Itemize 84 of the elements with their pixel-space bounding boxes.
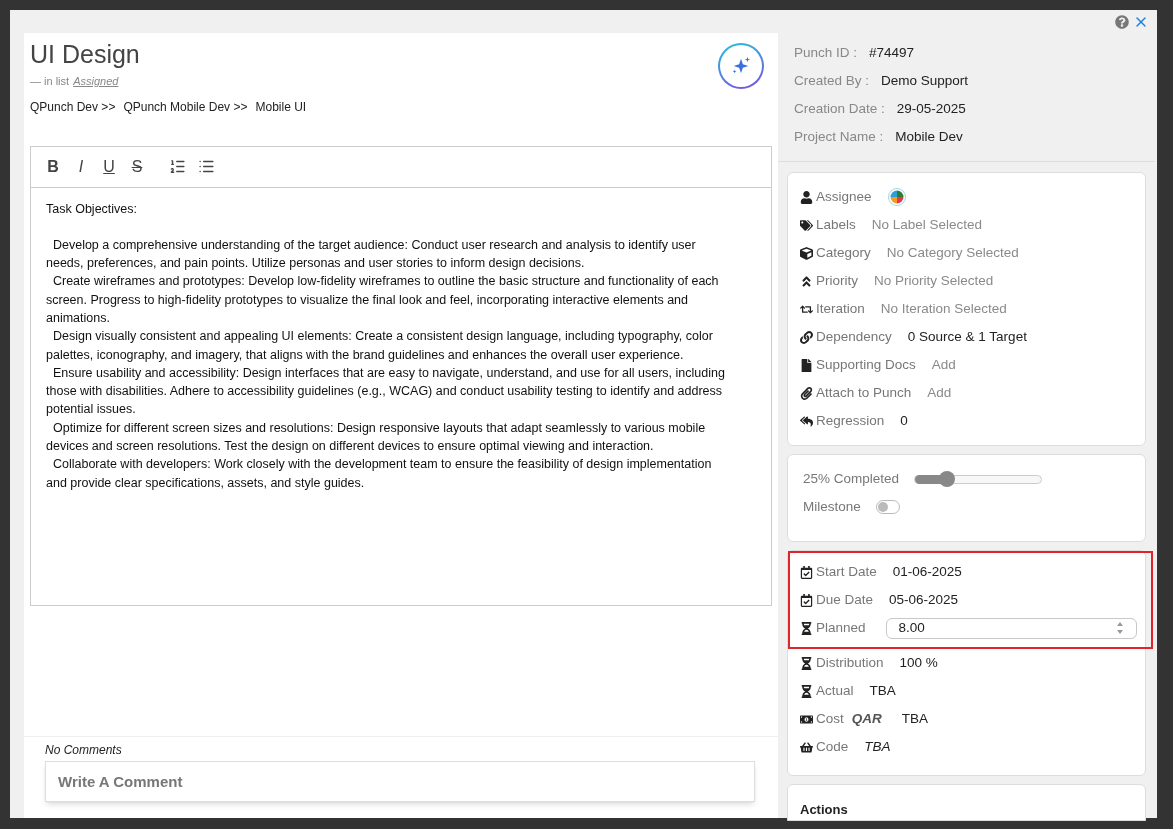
field-label: Planned: [816, 618, 866, 637]
planned-hours-input[interactable]: 8.00: [885, 617, 1137, 639]
editor-paragraph: Ensure usability and accessibility: Design interfaces that are easy to navigate, understand, and use for all users, including those with disabilities. Adhere to accessibility guidelines (e.g., WCAG) and conduct usability testing to identify and address potential issues.: [46, 364, 726, 419]
format-button[interactable]: S: [129, 154, 145, 179]
progress-slider[interactable]: [914, 474, 1042, 484]
info-label: Created By :: [794, 71, 870, 90]
field-value: 100 %: [899, 653, 938, 672]
field-label: Category: [816, 243, 871, 262]
info-label: Punch ID :: [794, 43, 858, 62]
field-value: No Priority Selected: [874, 271, 994, 290]
list-prefix: — in list: [30, 74, 70, 89]
field-value: No Category Selected: [886, 243, 1019, 262]
editor-paragraph: Task Objectives:: [46, 200, 138, 218]
format-button[interactable]: I: [73, 154, 89, 179]
field-label: Code: [816, 737, 849, 756]
double-chevron-icon: [800, 274, 813, 288]
field-label: Regression: [816, 411, 885, 430]
basket-icon: [800, 740, 813, 754]
field-value: TBA: [869, 681, 896, 700]
format-button[interactable]: B: [45, 154, 61, 179]
ordered-list-icon[interactable]: [169, 158, 186, 175]
field-value: Add: [927, 383, 952, 402]
breadcrumb-link[interactable]: Mobile UI: [255, 97, 307, 116]
field-label: Dependency: [816, 327, 892, 346]
field-label: Due Date: [816, 590, 874, 609]
currency-code: QAR: [851, 709, 882, 728]
progress-label: 25% Completed: [803, 469, 901, 488]
field-label: Distribution: [816, 653, 884, 672]
format-button[interactable]: U: [101, 154, 117, 179]
field-label: Attach to Punch: [816, 383, 912, 402]
field-value: No Iteration Selected: [880, 299, 1007, 318]
editor-paragraph: Create wireframes and prototypes: Develop low-fidelity wireframes to outline the basic structure and functionality of each screen. Progress to high-fidelity prototypes to visualize the final look and feel, incorporating interactive elements and animations.: [46, 273, 720, 327]
breadcrumb-link[interactable]: QPunch Dev >>: [30, 97, 116, 116]
list-link[interactable]: Assigned: [73, 73, 119, 90]
field-label: Start Date: [816, 562, 877, 581]
milestone-label: Milestone: [803, 497, 862, 516]
field-label: Iteration: [816, 299, 865, 318]
help-icon[interactable]: [1115, 14, 1129, 29]
task-title: UI Design: [30, 39, 141, 69]
link-icon: [800, 330, 813, 344]
tags-icon: [800, 218, 813, 232]
field-value: 0 Source & 1 Target: [907, 327, 1027, 346]
field-label: Supporting Docs: [816, 355, 916, 374]
reply-all-icon: [800, 414, 813, 428]
info-label: Creation Date :: [794, 99, 885, 118]
editor-paragraph: Develop a comprehensive understanding of the target audience: Conduct user research and analysis to identify user needs, preferences, and pain points. Utilize personas and user stories to inform design decisions.: [46, 236, 697, 273]
bullet-list-icon[interactable]: [198, 158, 215, 175]
field-value: 05-06-2025: [889, 590, 959, 609]
hourglass-icon: [800, 656, 813, 670]
breadcrumb-link[interactable]: QPunch Mobile Dev >>: [123, 97, 248, 116]
ai-button[interactable]: [718, 43, 764, 89]
milestone-toggle[interactable]: [876, 500, 900, 514]
editor-paragraph: Optimize for different screen sizes and resolutions: Design responsive layouts that adapt seamlessly to various mobile devices and screen resolutions. Test the design on different devices to ensure optimal viewing and interaction.: [46, 419, 707, 456]
field-value: 01-06-2025: [892, 562, 962, 581]
comment-input[interactable]: Write A Comment: [45, 761, 755, 802]
comments-status: No Comments: [45, 742, 123, 759]
calendar-check-icon: [800, 593, 813, 607]
field-value: 0: [900, 411, 908, 430]
hourglass-icon: [800, 684, 813, 698]
avatar-icon[interactable]: [887, 188, 906, 206]
field-label: Cost: [816, 709, 844, 728]
info-label: Project Name :: [794, 127, 884, 146]
field-value: TBA: [864, 737, 891, 756]
info-value: #74497: [869, 43, 915, 62]
field-label: Assignee: [816, 187, 872, 206]
info-value: Mobile Dev: [895, 127, 963, 146]
user-icon: [800, 190, 813, 204]
calendar-check-icon: [800, 565, 813, 579]
field-value: TBA: [901, 709, 929, 728]
field-value: No Label Selected: [871, 215, 983, 234]
editor-paragraph: Design visually consistent and appealing UI elements: Create a consistent design language, including typography, color palettes, iconography, and imagery, that aligns with the brand guidelines and enhances the overall user experience.: [46, 328, 714, 364]
field-value: Add: [931, 355, 956, 374]
editor-paragraph: Collaborate with developers: Work closely with the development team to ensure the feasibility of design implementation and provide clear specifications, assets, and style guides.: [46, 456, 713, 492]
file-icon: [800, 358, 813, 372]
spinner-icon[interactable]: [1116, 620, 1124, 636]
paperclip-icon: [800, 386, 813, 400]
field-label: Actual: [816, 681, 854, 700]
cube-icon: [800, 246, 813, 260]
hourglass-icon: [800, 621, 813, 635]
info-value: Demo Support: [881, 71, 969, 90]
field-label: Priority: [816, 271, 858, 290]
field-label: Labels: [816, 215, 856, 234]
actions-title: Actions: [800, 802, 848, 817]
info-value: 29-05-2025: [896, 99, 966, 118]
